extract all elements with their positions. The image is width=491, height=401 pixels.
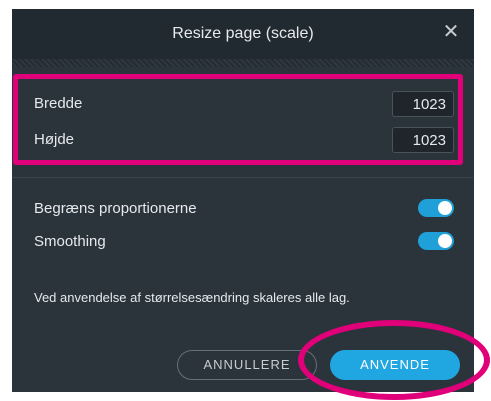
constrain-row: Begræns proportionerne	[34, 197, 454, 219]
toggle-knob	[438, 234, 452, 248]
dialog-titlebar: Resize page (scale) ✕	[12, 9, 474, 59]
constrain-label: Begræns proportionerne	[34, 200, 197, 217]
titlebar-stripe	[12, 59, 474, 67]
section-divider	[12, 177, 474, 178]
constrain-toggle[interactable]	[418, 199, 454, 217]
smoothing-row: Smoothing	[34, 230, 454, 252]
smoothing-label: Smoothing	[34, 233, 106, 250]
dialog-title: Resize page (scale)	[172, 25, 314, 42]
cancel-button[interactable]: ANNULLERE	[177, 350, 317, 380]
resize-dialog: Resize page (scale) ✕ Bredde 1023 Højde …	[12, 9, 474, 392]
toggle-knob	[438, 201, 452, 215]
dimensions-highlight	[13, 74, 463, 165]
close-icon[interactable]: ✕	[440, 21, 462, 43]
apply-button[interactable]: ANVENDE	[330, 350, 460, 380]
smoothing-toggle[interactable]	[418, 232, 454, 250]
scale-note: Ved anvendelse af størrelsesændring skal…	[34, 290, 350, 305]
